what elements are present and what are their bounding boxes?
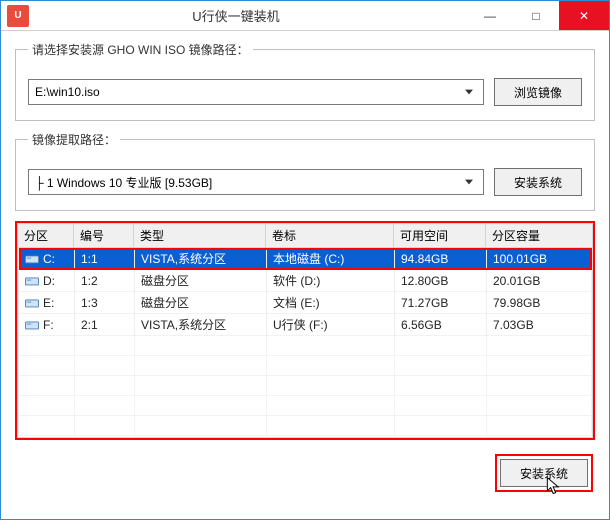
extract-combo[interactable]: ├ 1 Windows 10 专业版 [9.53GB] [28,169,484,195]
cell-number: 1:3 [75,292,135,314]
table-row-empty [19,376,592,396]
table-row-empty [19,336,592,356]
browse-image-label: 浏览镜像 [514,84,562,101]
cell-partition: D: [19,270,75,292]
cell-partition: E: [19,292,75,314]
drive-icon [25,253,39,265]
minimize-button[interactable]: — [467,1,513,30]
browse-image-button[interactable]: 浏览镜像 [494,78,582,106]
table-row-empty [19,416,592,436]
cell-partition: F: [19,314,75,336]
table-row-empty [19,396,592,416]
source-combo-value: E:\win10.iso [35,85,100,99]
partition-table-body-wrap: C:1:1VISTA,系统分区本地磁盘 (C:)94.84GB100.01GBD… [17,248,593,438]
cell-label: 本地磁盘 (C:) [267,248,395,270]
app-icon: U [7,5,29,27]
client-area: 请选择安装源 GHO WIN ISO 镜像路径： E:\win10.iso 浏览… [1,31,609,506]
install-system-button[interactable]: 安装系统 [500,459,588,487]
col-label[interactable]: 卷标 [266,224,394,248]
table-row[interactable]: C:1:1VISTA,系统分区本地磁盘 (C:)94.84GB100.01GB [19,248,592,270]
bottom-bar: 安装系统 [15,454,595,492]
install-system-top-button[interactable]: 安装系统 [494,168,582,196]
cell-free: 12.80GB [395,270,487,292]
cell-free: 71.27GB [395,292,487,314]
app-icon-glyph: U [14,10,21,21]
cell-type: VISTA,系统分区 [135,248,267,270]
install-button-highlight: 安装系统 [495,454,593,492]
col-number[interactable]: 编号 [74,224,134,248]
table-row[interactable]: D:1:2磁盘分区软件 (D:)12.80GB20.01GB [19,270,592,292]
install-system-label: 安装系统 [520,465,568,482]
minimize-glyph: — [484,9,496,23]
source-combo[interactable]: E:\win10.iso [28,79,484,105]
maximize-glyph: □ [532,9,539,23]
cell-label: 文档 (E:) [267,292,395,314]
cell-label: 软件 (D:) [267,270,395,292]
chevron-down-icon [461,82,477,102]
col-partition[interactable]: 分区 [18,224,74,248]
cell-type: 磁盘分区 [135,292,267,314]
table-row[interactable]: F:2:1VISTA,系统分区U行侠 (F:)6.56GB7.03GB [19,314,592,336]
extract-groupbox: 镜像提取路径： ├ 1 Windows 10 专业版 [9.53GB] 安装系统 [15,131,595,211]
col-type[interactable]: 类型 [134,224,266,248]
titlebar: U U行侠一键装机 — □ ✕ [1,1,609,31]
cell-partition: C: [19,248,75,270]
drive-icon [25,297,39,309]
cell-type: VISTA,系统分区 [135,314,267,336]
cell-capacity: 100.01GB [487,248,592,270]
source-groupbox: 请选择安装源 GHO WIN ISO 镜像路径： E:\win10.iso 浏览… [15,41,595,121]
extract-legend: 镜像提取路径： [28,131,120,148]
drive-icon [25,275,39,287]
partition-table-highlight: 分区 编号 类型 卷标 可用空间 分区容量 C:1:1VISTA,系统分区本地磁… [15,221,595,440]
cell-capacity: 7.03GB [487,314,592,336]
drive-icon [25,319,39,331]
close-button[interactable]: ✕ [559,1,609,30]
maximize-button[interactable]: □ [513,1,559,30]
table-row-empty [19,356,592,376]
cell-type: 磁盘分区 [135,270,267,292]
close-glyph: ✕ [579,9,589,23]
cell-number: 1:1 [75,248,135,270]
cell-free: 94.84GB [395,248,487,270]
col-capacity[interactable]: 分区容量 [486,224,593,248]
cell-capacity: 20.01GB [487,270,592,292]
cell-number: 1:2 [75,270,135,292]
source-row: E:\win10.iso 浏览镜像 [28,78,582,106]
install-system-top-label: 安装系统 [514,174,562,191]
partition-table: 分区 编号 类型 卷标 可用空间 分区容量 [17,223,593,248]
extract-combo-value: ├ 1 Windows 10 专业版 [9.53GB] [35,174,212,191]
app-window: U U行侠一键装机 — □ ✕ 请选择安装源 GHO WIN ISO 镜像路径：… [0,0,610,520]
cell-capacity: 79.98GB [487,292,592,314]
cell-label: U行侠 (F:) [267,314,395,336]
window-controls: — □ ✕ [467,1,609,30]
window-title: U行侠一键装机 [35,6,467,25]
partition-table-body: C:1:1VISTA,系统分区本地磁盘 (C:)94.84GB100.01GBD… [18,248,592,436]
partition-table-header: 分区 编号 类型 卷标 可用空间 分区容量 [18,224,593,248]
cell-free: 6.56GB [395,314,487,336]
col-free[interactable]: 可用空间 [394,224,486,248]
chevron-down-icon [461,172,477,192]
cell-number: 2:1 [75,314,135,336]
extract-row: ├ 1 Windows 10 专业版 [9.53GB] 安装系统 [28,168,582,196]
table-row[interactable]: E:1:3磁盘分区文档 (E:)71.27GB79.98GB [19,292,592,314]
source-legend: 请选择安装源 GHO WIN ISO 镜像路径： [28,41,253,58]
